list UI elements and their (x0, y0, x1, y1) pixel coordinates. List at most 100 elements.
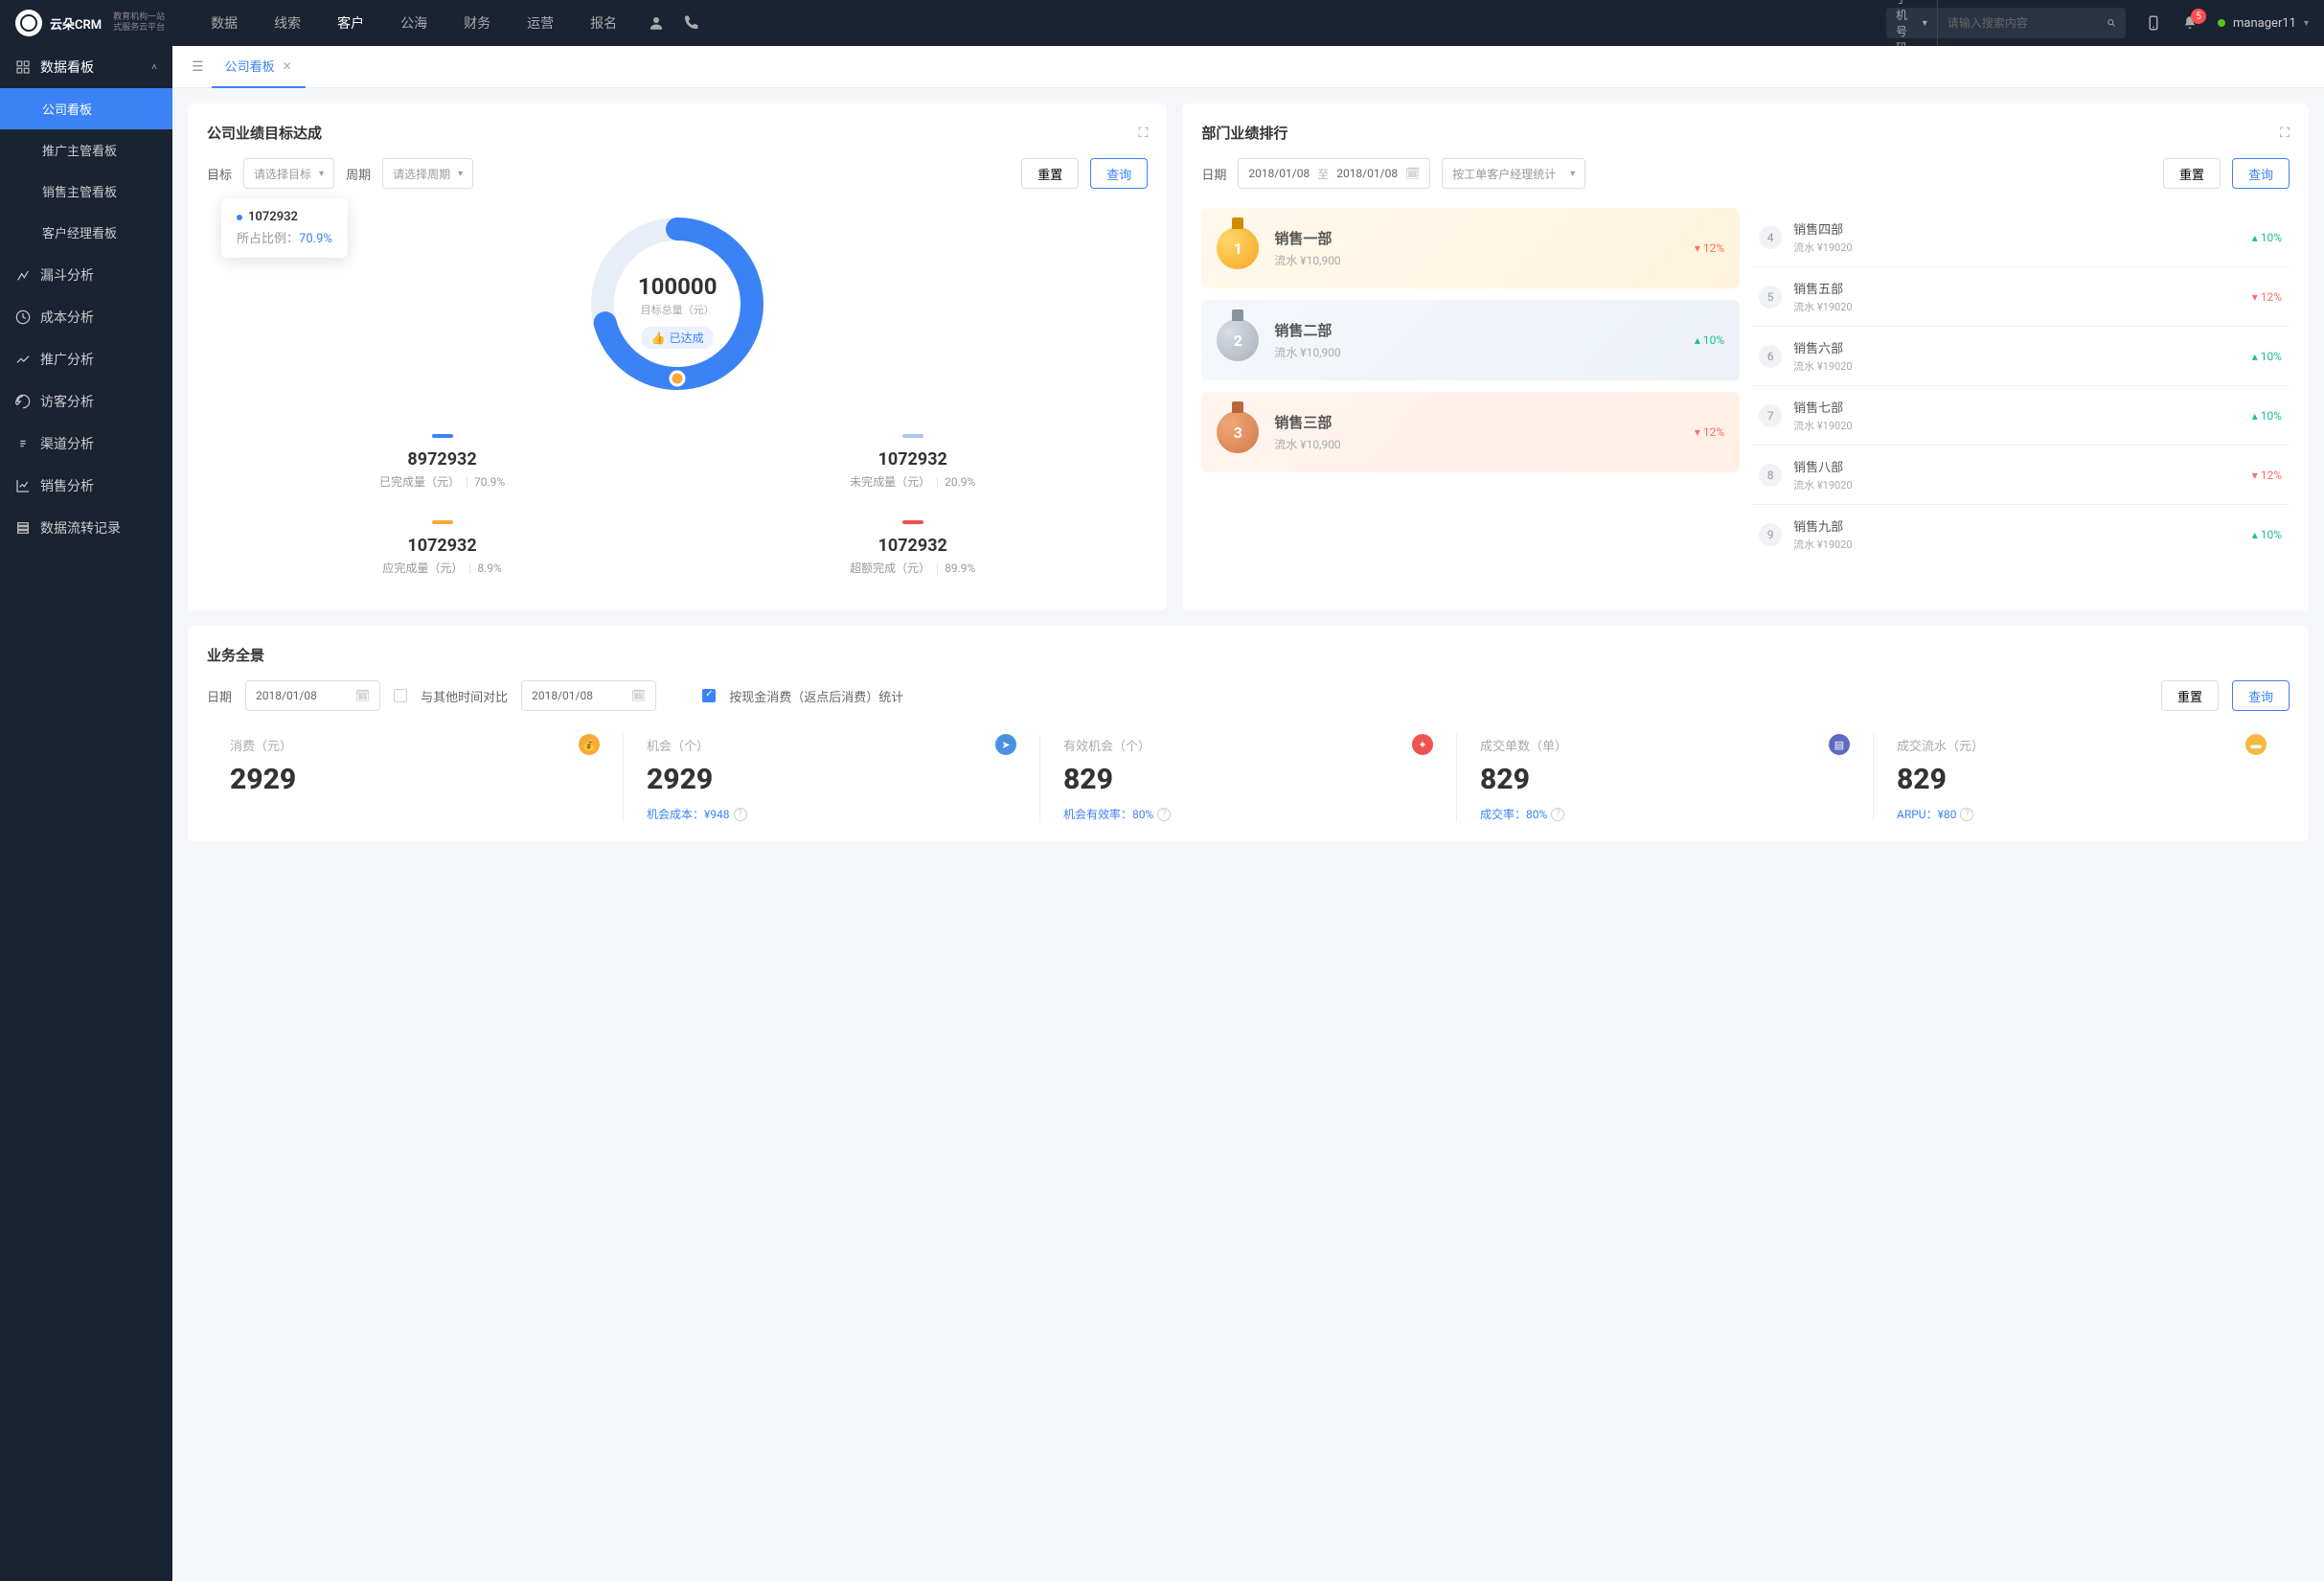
cash-label: 按现金消费（返点后消费）统计 (729, 687, 903, 705)
target-select[interactable]: 请选择目标▾ (243, 158, 334, 189)
rank-number: 4 (1759, 226, 1782, 249)
sidebar-sub-item[interactable]: 客户经理看板 (0, 212, 172, 253)
rank-top-card[interactable]: 2销售二部流水 ¥10,900▴ 10% (1201, 300, 1740, 380)
sidebar-item[interactable]: 漏斗分析 (0, 254, 172, 296)
date-input-2[interactable]: 2018/01/08🗓 (521, 680, 656, 711)
query-button[interactable]: 查询 (2232, 680, 2290, 711)
compare-label: 与其他时间对比 (421, 687, 508, 705)
menu-icon (15, 352, 31, 367)
trend-indicator: ▴ 10% (2252, 528, 2282, 541)
rank-top-card[interactable]: 1销售一部流水 ¥10,900▾ 12% (1201, 208, 1740, 288)
reset-button[interactable]: 重置 (2161, 680, 2219, 711)
phone-icon[interactable] (682, 14, 699, 32)
goal-card: 公司业绩目标达成 ⛶ 目标 请选择目标▾ 周期 请选择周期▾ 重置 查询 (188, 103, 1167, 610)
rank-top-card[interactable]: 3销售三部流水 ¥10,900▾ 12% (1201, 392, 1740, 472)
content-area: ☰ 公司看板 ✕ 公司业绩目标达成 ⛶ 目标 请选择目标▾ 周期 (172, 46, 2324, 1581)
topnav-item[interactable]: 运营 (510, 0, 571, 46)
logo[interactable]: 云朵CRM 教育机构一站 式服务云平台 (15, 10, 165, 36)
top-nav: 数据线索客户公海财务运营报名 (194, 0, 634, 46)
sidebar-toggle-icon[interactable]: ☰ (184, 59, 212, 75)
reset-button[interactable]: 重置 (2163, 158, 2221, 189)
tab-company-dashboard[interactable]: 公司看板 ✕ (212, 46, 306, 88)
trend-indicator: ▾ 12% (1695, 241, 1724, 255)
rank-row[interactable]: 5销售五部流水 ¥19020▾ 12% (1751, 266, 2290, 326)
menu-icon (15, 478, 31, 493)
topbar: 云朵CRM 教育机构一站 式服务云平台 数据线索客户公海财务运营报名 手机号码▾… (0, 0, 2324, 46)
sidebar-group-dashboard[interactable]: 数据看板 ˄ (0, 46, 172, 88)
rank-number: 7 (1759, 404, 1782, 427)
query-button[interactable]: 查询 (1090, 158, 1148, 189)
sidebar-sub-item[interactable]: 公司看板 (0, 88, 172, 129)
mobile-icon[interactable] (2145, 14, 2162, 32)
topnav-item[interactable]: 数据 (194, 0, 255, 46)
chart-tooltip: 1072932 所占比例：70.9% (221, 198, 348, 258)
sidebar-item[interactable]: 访客分析 (0, 380, 172, 423)
help-icon[interactable]: ? (1551, 808, 1564, 821)
expand-icon[interactable]: ⛶ (1139, 126, 1149, 141)
tabs-bar: ☰ 公司看板 ✕ (172, 46, 2324, 88)
close-icon[interactable]: ✕ (283, 59, 292, 73)
help-icon[interactable]: ? (1960, 808, 1973, 821)
donut-label: 目标总量（元） (638, 302, 718, 317)
topnav-item[interactable]: 财务 (446, 0, 508, 46)
rank-row[interactable]: 7销售七部流水 ¥19020▴ 10% (1751, 385, 2290, 445)
topnav-item[interactable]: 公海 (383, 0, 444, 46)
kpi-card: 消费（元）💰2929 (207, 734, 623, 822)
date-input-1[interactable]: 2018/01/08🗓 (245, 680, 380, 711)
expand-icon[interactable]: ⛶ (2280, 126, 2290, 141)
stat-cell: 1072932超额完成（元）|89.9% (677, 505, 1148, 591)
search-input[interactable] (1938, 16, 2107, 30)
rank-row[interactable]: 6销售六部流水 ¥19020▴ 10% (1751, 326, 2290, 385)
medal-icon: 1 (1217, 227, 1259, 269)
status-dot-icon (2218, 19, 2225, 27)
person-icon[interactable] (648, 14, 665, 32)
chevron-up-icon: ˄ (151, 62, 157, 73)
user-menu[interactable]: manager11 ▾ (2218, 16, 2309, 31)
donut-value: 100000 (638, 273, 718, 300)
sidebar-sub-item[interactable]: 销售主管看板 (0, 171, 172, 212)
trend-indicator: ▾ 12% (2252, 290, 2282, 304)
compare-checkbox[interactable] (394, 689, 407, 702)
help-icon[interactable]: ? (734, 808, 747, 821)
reset-button[interactable]: 重置 (1021, 158, 1079, 189)
rank-row[interactable]: 4销售四部流水 ¥19020▴ 10% (1751, 208, 2290, 266)
date-range-input[interactable]: 2018/01/08 至 2018/01/08 🗓 (1238, 158, 1430, 189)
calendar-icon: 🗓 (1405, 167, 1420, 180)
topnav-item[interactable]: 客户 (320, 0, 381, 46)
sidebar-item[interactable]: 渠道分析 (0, 423, 172, 465)
mode-select[interactable]: 按工单客户经理统计▾ (1442, 158, 1585, 189)
kpi-icon: 💰 (579, 734, 600, 755)
topnav-item[interactable]: 线索 (257, 0, 318, 46)
trend-indicator: ▾ 12% (1695, 425, 1724, 439)
kpi-icon: ➤ (995, 734, 1016, 755)
username: manager11 (2233, 16, 2296, 31)
search-icon[interactable] (2107, 14, 2116, 32)
cash-checkbox[interactable] (702, 689, 716, 702)
target-label: 目标 (207, 165, 232, 183)
sidebar-item[interactable]: 推广分析 (0, 338, 172, 380)
topnav-item[interactable]: 报名 (573, 0, 634, 46)
rank-row[interactable]: 8销售八部流水 ¥19020▾ 12% (1751, 445, 2290, 504)
help-icon[interactable]: ? (1157, 808, 1171, 821)
kpi-icon: ▤ (1829, 734, 1850, 755)
search-box[interactable]: 手机号码▾ (1886, 8, 2126, 38)
sidebar-sub-item[interactable]: 推广主管看板 (0, 129, 172, 171)
dashboard-icon (15, 59, 31, 75)
query-button[interactable]: 查询 (2232, 158, 2290, 189)
stat-cell: 8972932已完成量（元）|70.9% (207, 419, 677, 505)
medal-icon: 2 (1217, 319, 1259, 361)
sidebar-item[interactable]: 成本分析 (0, 296, 172, 338)
menu-icon (15, 436, 31, 451)
notification-bell[interactable]: 5 (2181, 14, 2199, 32)
kpi-card: 机会（个）➤2929机会成本：¥948? (623, 734, 1039, 822)
donut-chart: 1072932 所占比例：70.9% 100000 目标总量（元） 👍已达成 (207, 208, 1148, 400)
sidebar-item[interactable]: 数据流转记录 (0, 507, 172, 549)
trend-indicator: ▾ 12% (2252, 469, 2282, 482)
rank-row[interactable]: 9销售九部流水 ¥19020▴ 10% (1751, 504, 2290, 563)
calendar-icon: 🗓 (631, 689, 646, 702)
period-select[interactable]: 请选择周期▾ (382, 158, 473, 189)
rank-number: 6 (1759, 345, 1782, 368)
rank-card-title: 部门业绩排行 (1201, 123, 2280, 143)
sidebar-item[interactable]: 销售分析 (0, 465, 172, 507)
menu-icon (15, 394, 31, 409)
